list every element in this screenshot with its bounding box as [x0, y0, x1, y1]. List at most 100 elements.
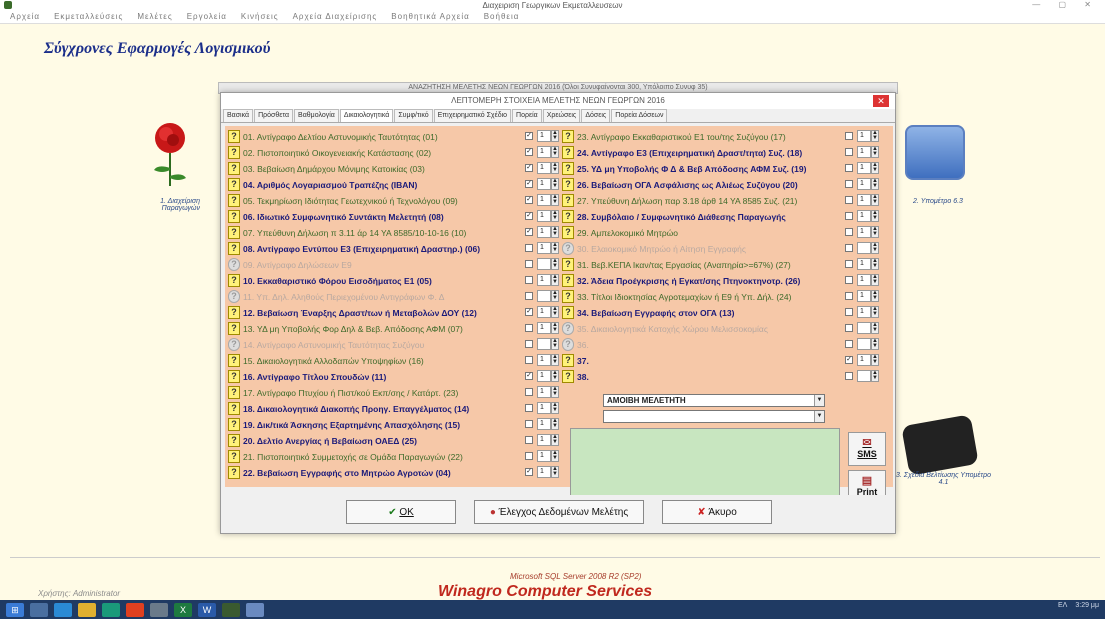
help-icon[interactable]: ? [562, 178, 574, 191]
copies-field[interactable]: 1 [537, 194, 551, 206]
copies-stepper[interactable]: ▲ ▼ [871, 178, 879, 190]
help-icon[interactable]: ? [228, 402, 240, 415]
document-checkbox[interactable]: ✓ [525, 228, 533, 236]
copies-field[interactable]: 1 [857, 306, 871, 318]
help-icon[interactable]: ? [228, 274, 240, 287]
menu-item[interactable]: Βοηθητικά Αρχεία [391, 12, 469, 21]
copies-stepper[interactable]: ▲ ▼ [871, 370, 879, 382]
window-controls[interactable]: — ▢ ✕ [1032, 0, 1099, 9]
help-icon[interactable]: ? [562, 290, 574, 303]
combo-37[interactable]: ΑΜΟΙΒΗ ΜΕΛΕΤΗΤΗ ▼ [603, 394, 825, 407]
copies-field[interactable] [537, 290, 551, 302]
document-checkbox[interactable] [845, 196, 853, 204]
copies-field[interactable]: 1 [537, 386, 551, 398]
copies-stepper[interactable]: ▲ ▼ [551, 242, 559, 254]
copies-stepper[interactable]: ▲ ▼ [551, 466, 559, 478]
copies-stepper[interactable]: ▲ ▼ [871, 226, 879, 238]
language-indicator[interactable]: ΕΛ [1058, 602, 1067, 609]
copies-stepper[interactable]: ▲ ▼ [871, 146, 879, 158]
document-checkbox[interactable] [525, 276, 533, 284]
copies-stepper[interactable]: ▲ ▼ [551, 178, 559, 190]
document-checkbox[interactable] [525, 436, 533, 444]
help-icon[interactable]: ? [228, 146, 240, 159]
tile-label-producers[interactable]: 1. Διαχείριση Παραγωγών [150, 198, 200, 212]
menu-item[interactable]: Μελέτες [137, 12, 172, 21]
copies-stepper[interactable]: ▲ ▼ [871, 194, 879, 206]
copies-field[interactable]: 1 [537, 322, 551, 334]
chevron-down-icon[interactable]: ▼ [814, 411, 824, 422]
copies-stepper[interactable]: ▲ ▼ [871, 274, 879, 286]
help-icon[interactable]: ? [228, 370, 240, 383]
help-icon[interactable]: ? [562, 274, 574, 287]
help-icon[interactable]: ? [228, 194, 240, 207]
help-icon[interactable]: ? [228, 162, 240, 175]
document-checkbox[interactable] [525, 404, 533, 412]
tile-label-measure[interactable]: 2. Υπομέτρο 6.3 [898, 198, 978, 205]
copies-stepper[interactable]: ▲ ▼ [871, 242, 879, 254]
copies-stepper[interactable]: ▲ ▼ [871, 306, 879, 318]
copies-stepper[interactable]: ▲ ▼ [871, 322, 879, 334]
help-icon[interactable]: ? [562, 338, 574, 351]
document-checkbox[interactable] [845, 164, 853, 172]
copies-stepper[interactable]: ▲ ▼ [551, 226, 559, 238]
document-checkbox[interactable] [525, 420, 533, 428]
chrome-icon[interactable] [126, 602, 144, 617]
copies-field[interactable]: 1 [537, 402, 551, 414]
help-icon[interactable]: ? [562, 194, 574, 207]
document-checkbox[interactable] [525, 452, 533, 460]
document-checkbox[interactable] [845, 260, 853, 268]
copies-stepper[interactable]: ▲ ▼ [551, 402, 559, 414]
taskbar-app-icon[interactable] [150, 602, 168, 617]
copies-stepper[interactable]: ▲ ▼ [551, 194, 559, 206]
tab[interactable]: Δόσεις [581, 109, 611, 122]
document-checkbox[interactable] [845, 180, 853, 188]
clock[interactable]: 3:29 μμ [1075, 602, 1099, 609]
document-checkbox[interactable] [845, 276, 853, 284]
document-checkbox[interactable] [525, 340, 533, 348]
copies-field[interactable]: 1 [857, 258, 871, 270]
copies-stepper[interactable]: ▲ ▼ [871, 210, 879, 222]
copies-field[interactable]: 1 [857, 274, 871, 286]
check-data-button[interactable]: ● Έλεγχος Δεδομένων Μελέτης [474, 500, 644, 524]
copies-field[interactable]: 1 [857, 226, 871, 238]
document-checkbox[interactable]: ✓ [525, 132, 533, 140]
copies-stepper[interactable]: ▲ ▼ [871, 338, 879, 350]
taskbar-app-icon[interactable] [54, 602, 72, 617]
copies-field[interactable]: 1 [857, 290, 871, 302]
copies-stepper[interactable]: ▲ ▼ [871, 162, 879, 174]
copies-stepper[interactable]: ▲ ▼ [551, 386, 559, 398]
taskbar-app-icon[interactable] [222, 602, 240, 617]
copies-field[interactable]: 1 [537, 130, 551, 142]
help-icon[interactable]: ? [562, 354, 574, 367]
windows-start-icon[interactable]: ⊞ [6, 602, 24, 617]
sms-button[interactable]: ✉ SMS [848, 432, 886, 466]
document-checkbox[interactable]: ✓ [525, 308, 533, 316]
taskbar-app-icon[interactable] [30, 602, 48, 617]
document-checkbox[interactable] [845, 324, 853, 332]
copies-field[interactable]: 1 [537, 210, 551, 222]
copies-field[interactable]: 1 [537, 146, 551, 158]
document-checkbox[interactable]: ✓ [525, 148, 533, 156]
copies-stepper[interactable]: ▲ ▼ [871, 258, 879, 270]
help-icon[interactable]: ? [562, 242, 574, 255]
help-icon[interactable]: ? [562, 146, 574, 159]
help-icon[interactable]: ? [228, 290, 240, 303]
copies-stepper[interactable]: ▲ ▼ [551, 418, 559, 430]
copies-field[interactable]: 1 [537, 354, 551, 366]
tab[interactable]: Βασικά [223, 109, 254, 122]
document-checkbox[interactable]: ✓ [525, 372, 533, 380]
ok-button[interactable]: ✔ OK [346, 500, 456, 524]
menu-item[interactable]: Κινήσεις [241, 12, 279, 21]
tab[interactable]: Επιχειρηματικό Σχέδιο [433, 109, 512, 122]
document-checkbox[interactable]: ✓ [525, 196, 533, 204]
document-checkbox[interactable] [845, 228, 853, 236]
help-icon[interactable]: ? [228, 226, 240, 239]
copies-field[interactable]: 1 [857, 194, 871, 206]
copies-field[interactable]: 1 [857, 354, 871, 366]
copies-field[interactable]: 1 [537, 162, 551, 174]
copies-field[interactable]: 1 [537, 466, 551, 478]
copies-field[interactable] [857, 370, 871, 382]
copies-field[interactable]: 1 [537, 306, 551, 318]
copies-field[interactable] [857, 242, 871, 254]
tile-label-plans[interactable]: 3. Σχέδια Βελτίωσης Υπομέτρο 4.1 [896, 472, 991, 486]
